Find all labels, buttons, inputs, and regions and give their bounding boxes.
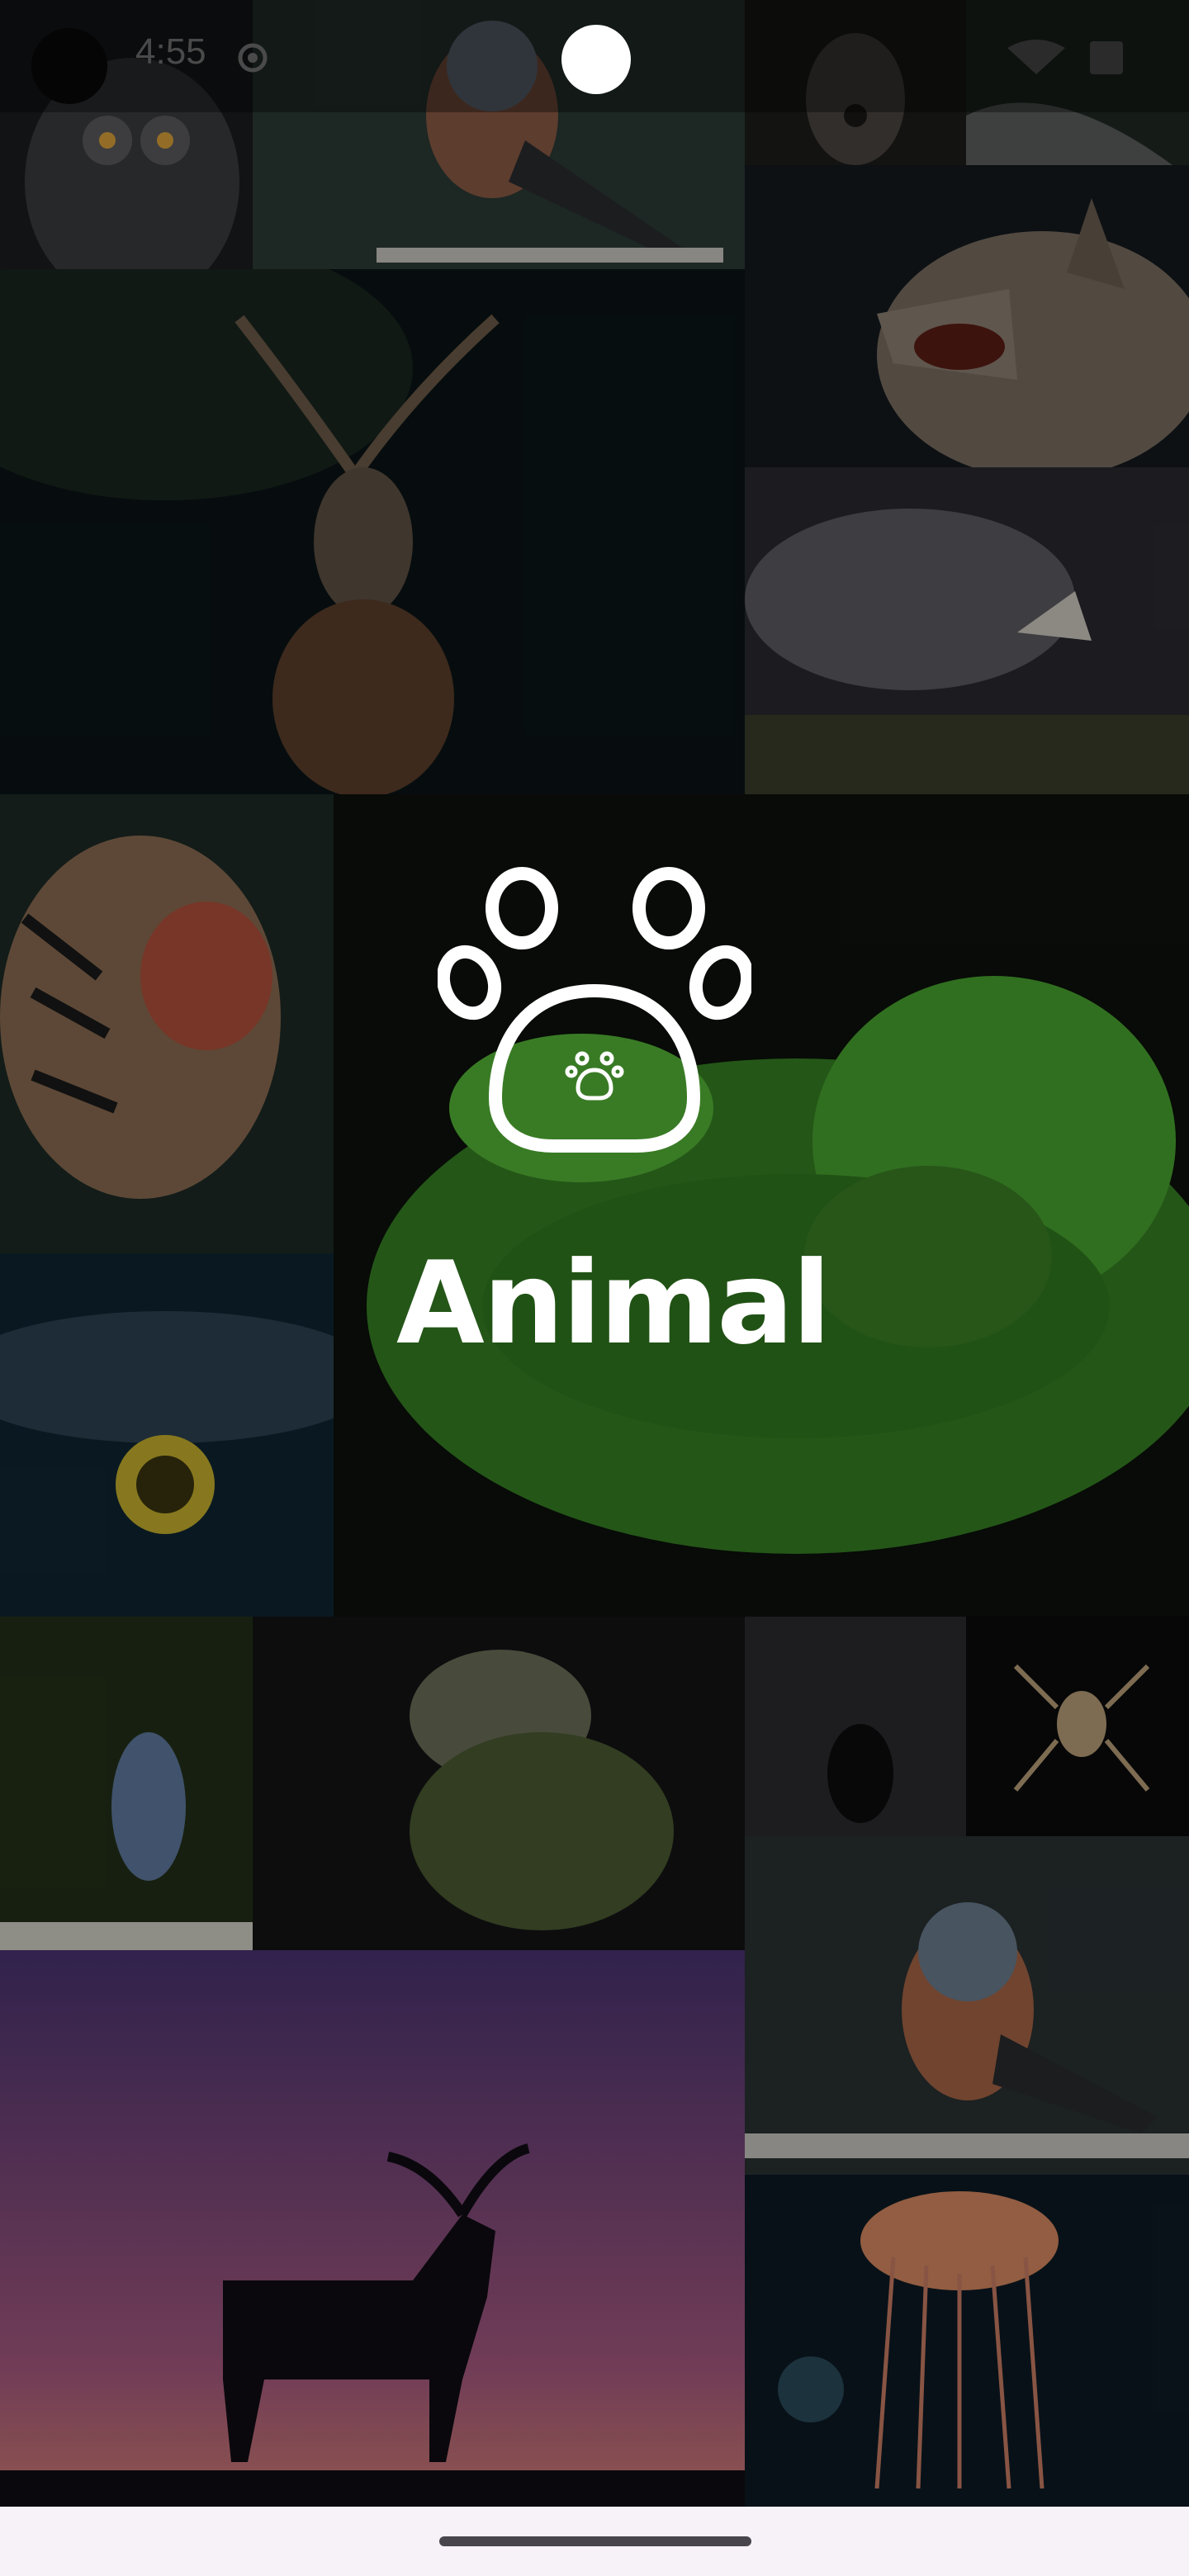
wifi-icon: [1007, 40, 1065, 74]
settings-icon: [238, 43, 268, 73]
status-time: 4:55: [135, 31, 206, 72]
rhino-photo: [745, 467, 1189, 794]
jellyfish-photo: [745, 2175, 1189, 2507]
iguana-photo: [253, 1617, 745, 1950]
deer-silhouette-photo: [0, 1950, 745, 2507]
camera-cutout: [561, 25, 631, 94]
app-title: Animal: [396, 1237, 831, 1370]
crow-photo: [745, 1617, 966, 1836]
status-avatar: [31, 28, 107, 104]
spider-photo: [966, 1617, 1189, 1836]
tiger-photo: [0, 794, 334, 1253]
system-icons: [1007, 40, 1123, 74]
wolf-photo: [745, 165, 1189, 467]
paw-icon: [438, 867, 751, 1153]
heron-photo: [0, 1617, 253, 1950]
chaffinch-photo-2: [745, 1836, 1189, 2175]
snail-photo: [0, 1253, 334, 1617]
stag-photo: [0, 269, 745, 794]
home-gesture-handle[interactable]: [439, 2536, 751, 2546]
battery-icon: [1090, 41, 1123, 74]
